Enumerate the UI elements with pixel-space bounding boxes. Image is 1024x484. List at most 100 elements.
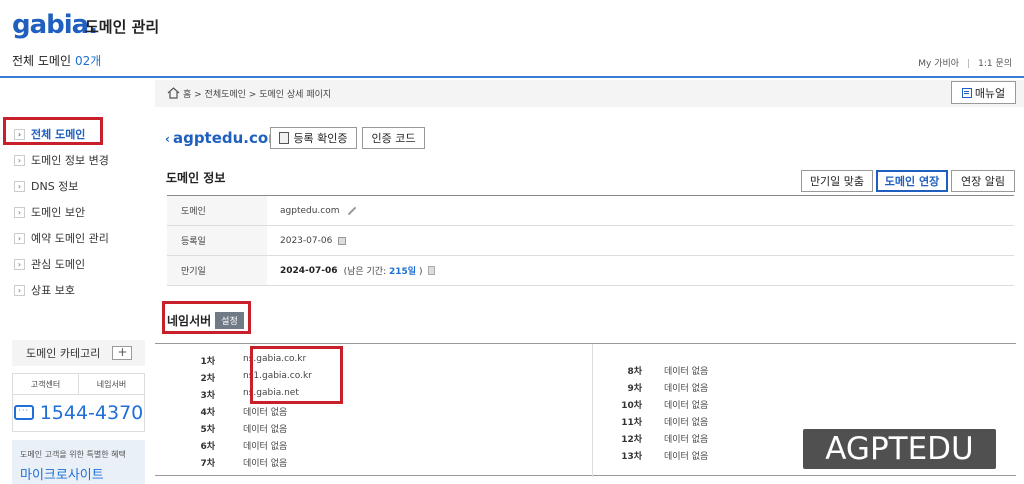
renew-domain-button[interactable]: 도메인 연장	[876, 170, 948, 192]
ns-name: 데이터 없음	[243, 459, 288, 469]
ns-order: 10차	[621, 401, 642, 411]
promo-banner[interactable]: 도메인 고객을 위한 특별한 혜택 마이크로사이트	[12, 440, 145, 484]
document-icon	[279, 132, 290, 144]
link-separator: |	[967, 59, 971, 69]
chevron-right-icon: ›	[14, 154, 25, 166]
watermark: AGPTEDU	[803, 429, 996, 469]
sidebar-item-security[interactable]: › 도메인 보안	[14, 204, 85, 220]
row-value: 2023-07-06	[267, 235, 347, 246]
promo-text: 도메인 고객을 위한 특별한 혜택	[20, 450, 126, 459]
expiry-match-button[interactable]: 만기일 맞춤	[801, 170, 873, 192]
highlight-box	[250, 346, 343, 404]
row-label: 도메인	[167, 196, 267, 225]
support-tabs: 고객센터 네임서버	[12, 373, 145, 395]
row-label: 등록일	[167, 226, 267, 255]
add-category-button[interactable]: +	[112, 346, 133, 360]
tab-nameserver[interactable]: 네임서버	[79, 374, 144, 394]
ns-name: 데이터 없음	[664, 435, 709, 445]
ns-order: 6차	[200, 442, 215, 452]
list-item: 3차 ns.gabia.net	[183, 388, 298, 401]
table-row: 등록일 2023-07-06	[167, 226, 1014, 256]
list-item: 5차 데이터 없음	[183, 422, 287, 435]
ns-name: 데이터 없음	[664, 418, 709, 428]
ns-order: 5차	[200, 425, 215, 435]
sidebar-item-dns[interactable]: › DNS 정보	[14, 178, 78, 194]
ns-order: 1차	[200, 357, 215, 367]
tab-customer-center[interactable]: 고객센터	[13, 374, 79, 394]
manual-button[interactable]: 매뉴얼	[951, 81, 1016, 104]
row-value: 2024-07-06 (남은 기간: 215일 )	[267, 264, 436, 277]
ns-order: 2차	[200, 374, 215, 384]
chevron-right-icon: ›	[14, 180, 25, 192]
chevron-right-icon: ›	[14, 206, 25, 218]
remaining-suffix: )	[418, 267, 423, 277]
sidebar-item-info-change[interactable]: › 도메인 정보 변경	[14, 152, 109, 168]
chevron-right-icon: ›	[14, 284, 25, 296]
remaining-period: (남은 기간: 215일 )	[344, 264, 423, 277]
auth-code-label: 인증 코드	[371, 132, 416, 145]
top-header: gabia. 도메인 관리 전체 도메인 02개 My 가비아 | 1:1 문의	[0, 0, 1024, 78]
sidebar-item-watchlist[interactable]: › 관심 도메인	[14, 256, 85, 272]
chat-bubble-icon: ···	[13, 405, 34, 420]
list-item: 4차 데이터 없음	[183, 405, 287, 418]
domain-name: agptedu.com	[172, 129, 284, 147]
sidebar-item-reserved[interactable]: › 예약 도메인 관리	[14, 230, 109, 246]
section-title-domain-info: 도메인 정보	[166, 171, 226, 185]
list-item: 1차 ns.gabia.co.kr	[183, 354, 306, 367]
all-domains-summary: 전체 도메인 02개	[12, 52, 101, 69]
nameserver-title: 네임서버	[167, 314, 212, 328]
list-item: 8차 데이터 없음	[610, 364, 708, 377]
nameserver-settings-button[interactable]: 설정	[215, 312, 244, 329]
sidebar-item-label: 전체 도메인	[31, 128, 86, 141]
ns-order: 11차	[621, 418, 642, 428]
back-arrow-icon[interactable]: ‹	[165, 132, 170, 146]
ns-order: 7차	[200, 459, 215, 469]
sidebar-item-label: 도메인 정보 변경	[31, 154, 109, 167]
inquiry-link[interactable]: 1:1 문의	[978, 59, 1012, 69]
column-divider	[592, 344, 593, 477]
edit-pencil-icon[interactable]	[346, 206, 356, 216]
sidebar-item-label: DNS 정보	[31, 180, 79, 193]
list-item: 12차 데이터 없음	[610, 432, 708, 445]
table-row: 만기일 2024-07-06 (남은 기간: 215일 )	[167, 256, 1014, 286]
renew-alert-button[interactable]: 연장 알림	[951, 170, 1015, 192]
domain-count[interactable]: 02개	[75, 54, 101, 68]
ns-name: 데이터 없음	[243, 442, 288, 452]
list-item: 10차 데이터 없음	[610, 398, 708, 411]
table-row: 도메인 agptedu.com	[167, 196, 1014, 226]
chevron-right-icon: ›	[14, 258, 25, 270]
sidebar-item-label: 도메인 보안	[31, 206, 86, 219]
list-item: 7차 데이터 없음	[183, 456, 287, 469]
ns-order: 3차	[200, 391, 215, 401]
sidebar-item-trademark[interactable]: › 상표 보호	[14, 282, 75, 298]
domain-value: agptedu.com	[280, 205, 340, 216]
all-domains-label: 전체 도메인	[12, 54, 72, 68]
list-item: 2차 ns1.gabia.co.kr	[183, 371, 311, 384]
category-label: 도메인 카테고리	[26, 347, 101, 360]
ns-order: 12차	[621, 435, 642, 445]
list-item: 13차 데이터 없음	[610, 449, 708, 462]
ns-name: 데이터 없음	[664, 452, 709, 462]
sidebar-item-label: 관심 도메인	[31, 258, 86, 271]
my-gabia-link[interactable]: My 가비아	[918, 59, 959, 69]
trash-icon[interactable]	[428, 266, 436, 275]
ns-order: 9차	[627, 384, 642, 394]
home-icon[interactable]	[167, 87, 180, 99]
ns-name: 데이터 없음	[243, 408, 288, 418]
breadcrumb-bar: 홈 > 전체도메인 > 도메인 상세 페이지 매뉴얼	[155, 80, 1024, 107]
section-title-nameserver: 네임서버 설정	[167, 312, 244, 329]
reg-cert-button[interactable]: 등록 확인증	[270, 127, 357, 149]
chevron-right-icon: ›	[14, 128, 25, 140]
expiry-date: 2024-07-06	[280, 265, 338, 276]
auth-code-button[interactable]: 인증 코드	[362, 127, 425, 149]
remaining-days: 215일	[388, 267, 417, 277]
ns-name: 데이터 없음	[243, 425, 288, 435]
sidebar-item-all-domains[interactable]: › 전체 도메인	[14, 126, 85, 142]
app-title: 도메인 관리	[85, 18, 160, 36]
registered-date: 2023-07-06	[280, 235, 333, 246]
support-phone: ··· 1544-4370	[12, 394, 145, 432]
breadcrumb[interactable]: 홈 > 전체도메인 > 도메인 상세 페이지	[183, 87, 331, 100]
domain-title: ‹ agptedu.com	[165, 129, 284, 147]
sidebar-item-label: 상표 보호	[31, 284, 75, 297]
list-item: 9차 데이터 없음	[610, 381, 708, 394]
